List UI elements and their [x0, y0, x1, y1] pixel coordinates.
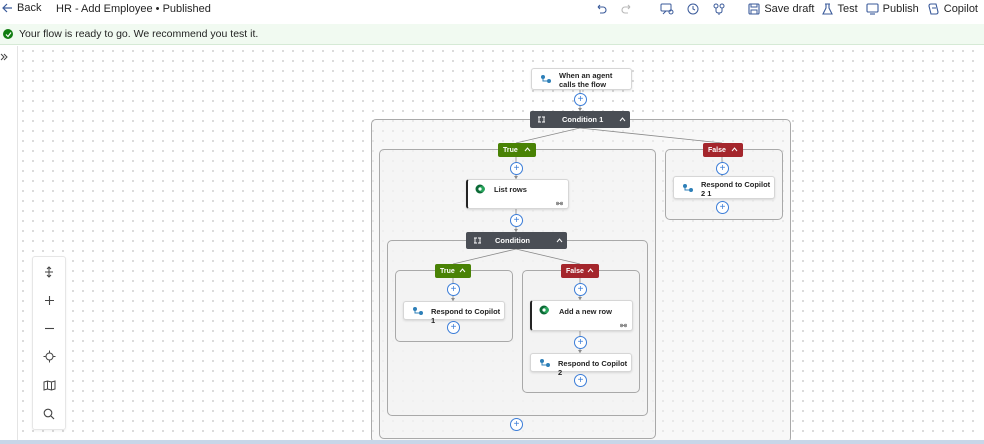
condition-header[interactable]: Condition — [466, 232, 567, 249]
trigger-label: When an agent calls the flow — [559, 71, 613, 89]
add-step-button[interactable]: + — [574, 93, 587, 106]
add-step-button[interactable]: + — [716, 201, 729, 214]
list-rows-card[interactable]: List rows — [466, 179, 569, 209]
condition-icon — [474, 237, 481, 244]
agent-flow-icon — [413, 307, 423, 315]
link-icon — [620, 323, 627, 328]
condition-true-badge[interactable]: True — [435, 264, 471, 278]
condition1-false-badge[interactable]: False — [703, 143, 743, 157]
respond-copilot-1-label: Respond to Copilot 1 — [431, 307, 501, 325]
center-icon[interactable] — [40, 347, 58, 365]
chevron-up-icon[interactable] — [619, 117, 626, 122]
chevron-up-icon — [587, 268, 594, 273]
condition1-label: Condition 1 — [562, 115, 604, 124]
add-step-button[interactable]: + — [574, 374, 587, 387]
condition-icon — [538, 116, 545, 123]
window-bottom-edge — [0, 440, 984, 444]
connector-lines — [451, 88, 724, 353]
dataverse-icon — [539, 305, 549, 315]
add-step-button[interactable]: + — [510, 214, 523, 227]
fit-view-icon[interactable] — [40, 263, 58, 281]
chevron-up-icon[interactable] — [556, 238, 563, 243]
respond-copilot-2-1-card[interactable]: Respond to Copilot 2 1 — [673, 176, 775, 199]
search-icon[interactable] — [40, 405, 58, 423]
agent-flow-icon — [540, 359, 550, 367]
add-step-button[interactable]: + — [447, 321, 460, 334]
condition1-header[interactable]: Condition 1 — [530, 111, 630, 128]
chevron-up-icon — [731, 147, 738, 152]
link-icon — [556, 201, 563, 206]
respond-copilot-1-card[interactable]: Respond to Copilot 1 — [403, 301, 505, 325]
zoom-out-icon[interactable] — [40, 319, 58, 337]
list-rows-label: List rows — [494, 185, 527, 194]
add-step-button[interactable]: + — [574, 336, 587, 349]
agent-flow-icon — [541, 75, 551, 83]
canvas-controls — [32, 256, 66, 430]
add-step-button[interactable]: + — [574, 283, 587, 296]
add-step-button[interactable]: + — [510, 418, 523, 431]
true-label: True — [440, 267, 455, 275]
condition-label: Condition — [495, 236, 530, 245]
chevron-up-icon — [524, 147, 531, 152]
minimap-icon[interactable] — [40, 376, 58, 394]
agent-flow-icon — [683, 184, 693, 192]
add-step-button[interactable]: + — [716, 162, 729, 175]
false-label: False — [566, 267, 584, 275]
respond-copilot-2-label: Respond to Copilot 2 — [558, 359, 628, 377]
true-label: True — [503, 146, 518, 154]
trigger-card[interactable]: When an agent calls the flow — [531, 68, 632, 90]
respond-copilot-2-card[interactable]: Respond to Copilot 2 — [530, 353, 632, 377]
add-new-row-card[interactable]: Add a new row — [530, 300, 633, 331]
add-step-button[interactable]: + — [447, 283, 460, 296]
zoom-in-icon[interactable] — [40, 291, 58, 309]
false-label: False — [708, 146, 726, 154]
condition-false-badge[interactable]: False — [561, 264, 599, 278]
dataverse-icon — [475, 184, 485, 194]
condition1-true-badge[interactable]: True — [498, 143, 536, 157]
respond-copilot-2-1-label: Respond to Copilot 2 1 — [701, 180, 771, 198]
chevron-up-icon — [459, 268, 466, 273]
add-step-button[interactable]: + — [510, 162, 523, 175]
add-new-row-label: Add a new row — [559, 307, 612, 316]
